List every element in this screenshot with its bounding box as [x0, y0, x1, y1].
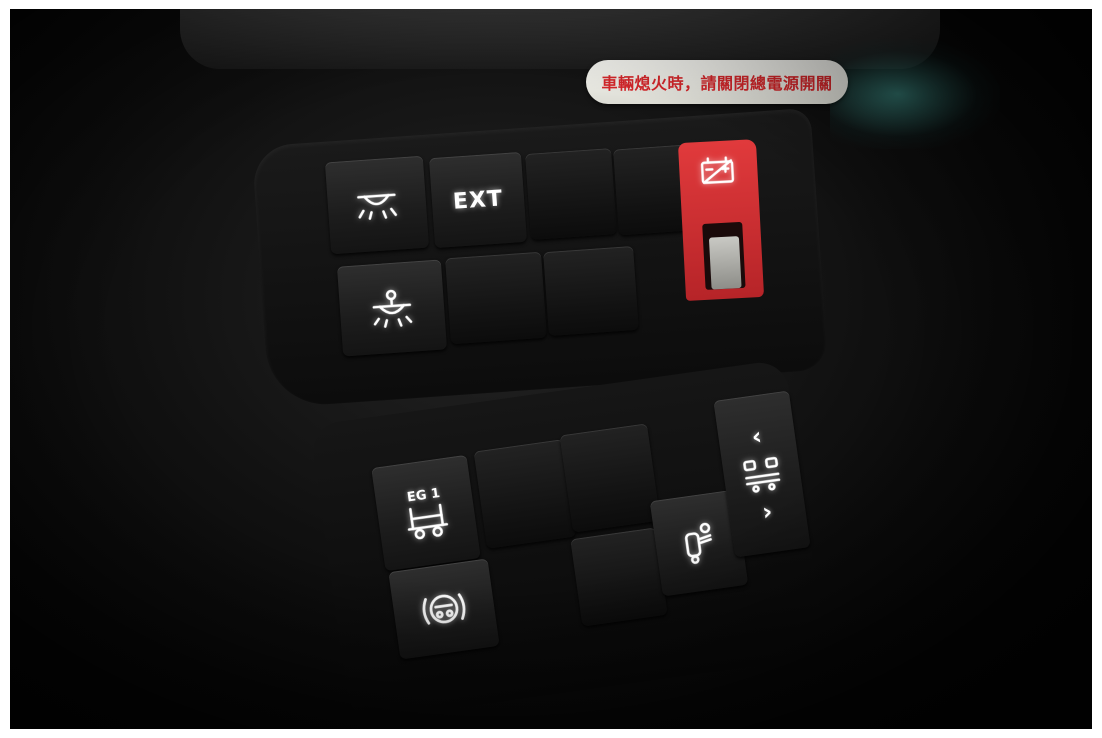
dome-light-switch[interactable] — [324, 155, 430, 255]
eg1-icon-group: EG 1 — [400, 485, 453, 542]
axle-selector-icon — [740, 453, 785, 494]
ext-switch[interactable]: EXT — [428, 151, 528, 249]
warning-sticker-text: 車輛熄火時，請關閉總電源開關 — [601, 76, 833, 93]
blank-switch-1[interactable] — [525, 148, 617, 240]
dome-light-icon — [354, 189, 400, 222]
brake-icon — [415, 584, 473, 635]
eg1-switch[interactable]: EG 1 — [371, 454, 481, 572]
blank-switch-5[interactable] — [473, 439, 577, 549]
photo: 車輛熄火時，請關閉總電源開關 EXT EG 1 ‹ › — [10, 9, 1092, 729]
chevron-left-icon: ‹ — [749, 421, 764, 451]
reading-light-switch[interactable] — [336, 259, 448, 357]
lift-gear-icon — [402, 499, 453, 541]
blank-switch-7[interactable] — [570, 527, 668, 627]
battery-cutoff-icon — [697, 154, 739, 186]
blank-switch-3[interactable] — [445, 251, 547, 345]
battery-cutoff-guard[interactable] — [677, 139, 765, 301]
reading-light-icon — [369, 287, 416, 330]
battery-cutoff-toggle[interactable] — [708, 236, 742, 290]
ambient-glow — [830, 39, 1000, 149]
ext-switch-label: EXT — [452, 185, 504, 215]
warning-sticker: 車輛熄火時，請關閉總電源開關 — [586, 60, 848, 104]
chevron-right-icon: › — [760, 497, 775, 527]
operator-icon — [678, 519, 720, 568]
brake-switch[interactable] — [388, 558, 500, 660]
blank-switch-6[interactable] — [559, 423, 661, 533]
blank-switch-4[interactable] — [543, 245, 639, 337]
